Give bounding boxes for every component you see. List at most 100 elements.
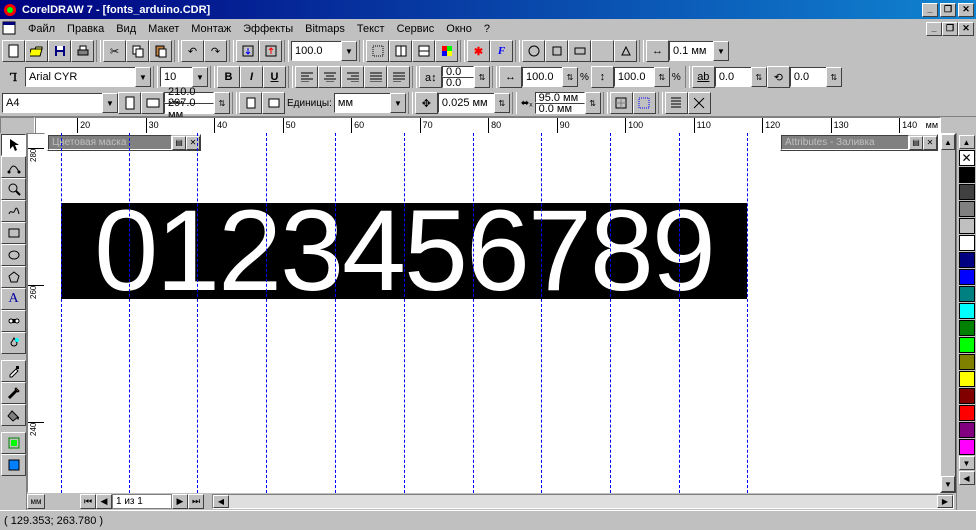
units-combo[interactable]: мм ▼: [334, 93, 406, 113]
ruler-btn-2[interactable]: [688, 92, 711, 114]
color-swatch[interactable]: [959, 218, 975, 234]
nudge2-field[interactable]: 0.025 мм⇅: [438, 93, 510, 113]
kern-spinner[interactable]: ⇅: [474, 66, 490, 88]
hscale-field[interactable]: 100.0⇅: [522, 67, 578, 87]
horizontal-ruler[interactable]: мм 2030405060708090100110120130140: [35, 117, 941, 134]
pageformat-combo[interactable]: A4 ▼: [2, 93, 118, 113]
tbtn-e[interactable]: [614, 40, 637, 62]
tool-freehand[interactable]: [1, 200, 26, 222]
print-button[interactable]: [71, 40, 94, 62]
mdi-maximize-button[interactable]: ❐: [942, 22, 958, 36]
guide-line[interactable]: [473, 133, 474, 493]
menu-help[interactable]: ?: [478, 21, 496, 37]
fontsize-combo[interactable]: 10 ▼: [160, 67, 208, 87]
nudge-field[interactable]: 0.1 мм ▼: [669, 41, 729, 61]
tool-eyedropper[interactable]: [1, 360, 26, 382]
tbtn-b[interactable]: [545, 40, 568, 62]
tbtn-a[interactable]: [522, 40, 545, 62]
guide-line[interactable]: [610, 133, 611, 493]
color-swatch[interactable]: [959, 167, 975, 183]
baseline-field[interactable]: 0.0⇅: [715, 67, 767, 87]
menu-text[interactable]: Текст: [351, 21, 391, 37]
align-left-button[interactable]: [295, 66, 318, 88]
docker-button[interactable]: [389, 40, 412, 62]
palette-down-button[interactable]: ▼: [959, 456, 975, 470]
pagesize-spinner[interactable]: ⇅: [214, 92, 230, 114]
color-swatch[interactable]: [959, 286, 975, 302]
close-button[interactable]: ✕: [958, 3, 974, 17]
scroll-right-button[interactable]: ▶: [937, 495, 953, 508]
tool-extra-1[interactable]: [1, 432, 26, 454]
font-combo[interactable]: Arial CYR ▼: [25, 67, 151, 87]
page-btn-a[interactable]: [239, 92, 262, 114]
tool-pick[interactable]: [1, 134, 26, 156]
guide-line[interactable]: [404, 133, 405, 493]
menu-layout[interactable]: Макет: [142, 21, 185, 37]
mdi-close-button[interactable]: ✕: [958, 22, 974, 36]
bold-button[interactable]: B: [217, 66, 240, 88]
page-next-button[interactable]: ▶: [172, 494, 188, 509]
scroll-left-button[interactable]: ◀: [213, 495, 229, 508]
menu-view[interactable]: Вид: [110, 21, 142, 37]
pagesize-fields[interactable]: 210.0 мм 297.0 мм: [164, 92, 214, 114]
menu-bitmaps[interactable]: Bitmaps: [299, 21, 351, 37]
export-button[interactable]: [259, 40, 282, 62]
vscale-field[interactable]: 100.0⇅: [614, 67, 670, 87]
color-swatch[interactable]: [959, 371, 975, 387]
page-btn-b[interactable]: [262, 92, 285, 114]
attr-close-icon[interactable]: ✕: [923, 136, 937, 150]
guide-line[interactable]: [679, 133, 680, 493]
attributes-panel[interactable]: Attributes - Заливка ▤ ✕: [780, 134, 938, 151]
page-last-button[interactable]: ⏭: [188, 494, 204, 509]
docker2-button[interactable]: [412, 40, 435, 62]
tool-zoom[interactable]: [1, 178, 26, 200]
scroll-down-button[interactable]: ▼: [941, 476, 955, 492]
vertical-ruler[interactable]: 280260240220: [27, 133, 45, 493]
no-color-swatch[interactable]: [959, 150, 975, 166]
snap-button[interactable]: [366, 40, 389, 62]
new-button[interactable]: [2, 40, 25, 62]
menu-edit[interactable]: Правка: [61, 21, 110, 37]
f-button[interactable]: F: [490, 40, 513, 62]
grid-btn-2[interactable]: [633, 92, 656, 114]
menu-tools[interactable]: Сервис: [391, 21, 441, 37]
color-swatch[interactable]: [959, 405, 975, 421]
maximize-button[interactable]: ❐: [940, 3, 956, 17]
menu-file[interactable]: Файл: [22, 21, 61, 37]
color-swatch[interactable]: [959, 303, 975, 319]
portrait-button[interactable]: [118, 92, 141, 114]
guide-line[interactable]: [266, 133, 267, 493]
underline-button[interactable]: U: [263, 66, 286, 88]
align-center-button[interactable]: [318, 66, 341, 88]
color-swatch[interactable]: [959, 269, 975, 285]
palette-expand-button[interactable]: ◀: [959, 471, 975, 485]
guide-line[interactable]: [197, 133, 198, 493]
color-swatch[interactable]: [959, 354, 975, 370]
panel-menu-icon[interactable]: ▤: [172, 136, 186, 150]
color-swatch[interactable]: [959, 337, 975, 353]
palette-up-button[interactable]: ▲: [959, 135, 975, 149]
color-swatch[interactable]: [959, 184, 975, 200]
paste-button[interactable]: [149, 40, 172, 62]
dup-spinner[interactable]: ⇅: [585, 92, 601, 114]
guide-line[interactable]: [541, 133, 542, 493]
tool-ellipse[interactable]: [1, 244, 26, 266]
mdi-minimize-button[interactable]: _: [926, 22, 942, 36]
ruler-btn-1[interactable]: [665, 92, 688, 114]
align-force-button[interactable]: [387, 66, 410, 88]
color-swatch[interactable]: [959, 252, 975, 268]
menu-arrange[interactable]: Монтаж: [185, 21, 237, 37]
guide-line[interactable]: [747, 133, 748, 493]
guide-line[interactable]: [129, 133, 130, 493]
tool-text[interactable]: A: [1, 288, 26, 310]
minimize-button[interactable]: _: [922, 3, 938, 17]
italic-button[interactable]: I: [240, 66, 263, 88]
tool-fill[interactable]: [1, 404, 26, 426]
menu-effects[interactable]: Эффекты: [237, 21, 299, 37]
dup-fields[interactable]: 95.0 мм 0.0 мм: [535, 92, 585, 114]
tool-outline[interactable]: [1, 382, 26, 404]
save-button[interactable]: [48, 40, 71, 62]
color-swatch[interactable]: [959, 388, 975, 404]
scroll-up-button[interactable]: ▲: [941, 134, 955, 150]
attr-menu-icon[interactable]: ▤: [909, 136, 923, 150]
